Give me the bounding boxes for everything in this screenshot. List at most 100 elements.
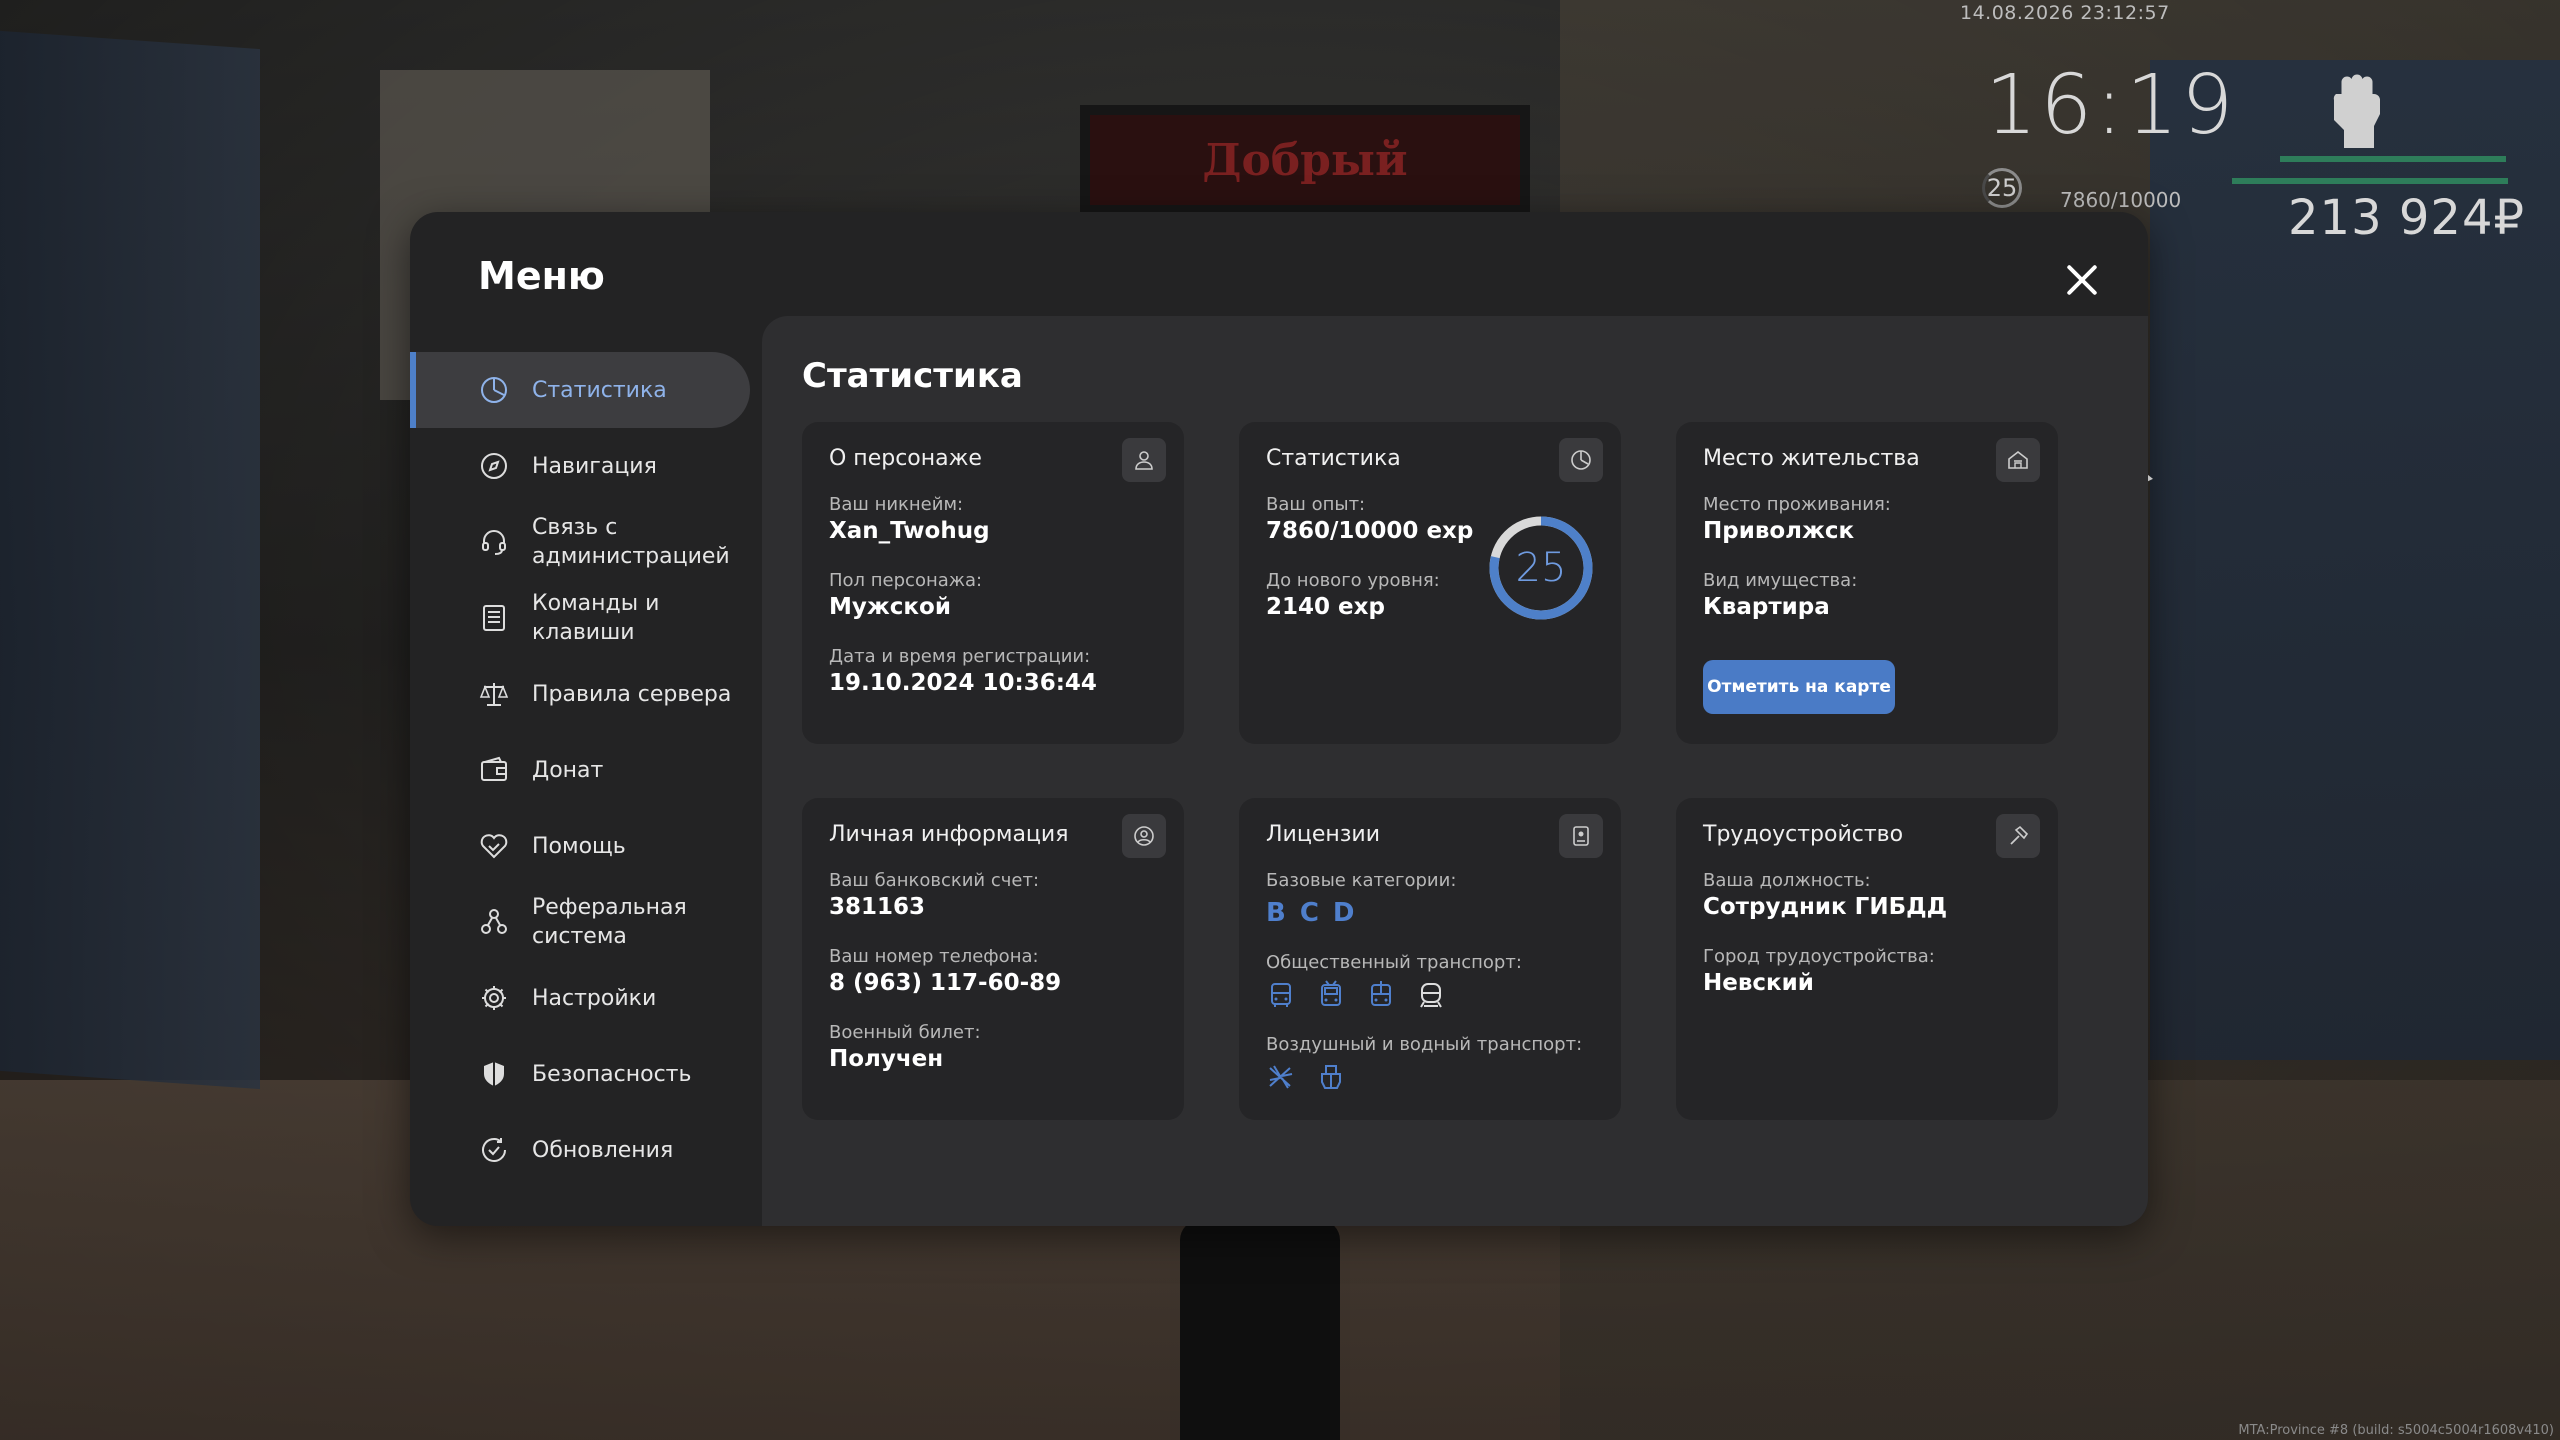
license-category-d: D [1332,898,1355,928]
air-water-transport-icons [1264,1060,1348,1094]
sidebar-item-referral[interactable]: Реферальная система [410,884,750,960]
job-position-value: Сотрудник ГИБДД [1703,894,1948,920]
public-transport-icons [1264,978,1448,1012]
base-categories-label: Базовые категории: [1266,870,1457,891]
card-licenses: Лицензии Базовые категории: B C D Общест… [1239,798,1621,1120]
wallet-icon [478,754,510,786]
user-circle-icon [1122,814,1166,858]
sidebar-item-commands[interactable]: Команды и клавиши [410,580,750,656]
sidebar-item-updates[interactable]: Обновления [410,1112,750,1188]
sidebar-item-rules[interactable]: Правила сервера [410,656,750,732]
sidebar: Статистика Навигация Связь с администрац… [410,352,750,1188]
card-title: О персонаже [829,446,982,471]
card-employment: Трудоустройство Ваша должность: Сотрудни… [1676,798,2058,1120]
sidebar-item-label: Статистика [532,377,667,403]
registration-value: 19.10.2024 10:36:44 [829,670,1097,696]
public-transport-label: Общественный транспорт: [1266,952,1522,973]
card-title: Трудоустройство [1703,822,1904,847]
scales-icon [478,678,510,710]
sidebar-item-security[interactable]: Безопасность [410,1036,750,1112]
gear-icon [478,982,510,1014]
gender-value: Мужской [829,594,951,620]
next-level-value: 2140 exp [1266,594,1385,620]
bus-icon [1264,978,1298,1012]
mark-on-map-button[interactable]: Отметить на карте [1703,660,1895,714]
airplane-icon [1264,1060,1298,1094]
bg-sign-text: Добрый [1202,135,1408,186]
sidebar-item-label: Безопасность [532,1061,692,1087]
sidebar-item-settings[interactable]: Настройки [410,960,750,1036]
bank-account-value: 381163 [829,894,926,920]
bg-door-left [0,30,260,1090]
close-icon[interactable] [2060,258,2104,302]
exp-value: 7860/10000 exp [1266,518,1474,544]
card-title: Статистика [1266,446,1401,471]
card-residence: Место жительства Место проживания: Приво… [1676,422,2058,744]
residence-place-value: Приволжск [1703,518,1855,544]
menu-window: Меню Статистика Навигация Связь с админи… [410,212,2148,1226]
trolleybus-icon [1314,978,1348,1012]
build-info: MTA:Province #8 (build: s5004c5004r1608v… [2238,1423,2554,1438]
sidebar-item-label: Связь с администрацией [532,515,730,569]
hammer-icon [1996,814,2040,858]
house-icon [1996,438,2040,482]
card-statistics: Статистика Ваш опыт: 7860/10000 exp До н… [1239,422,1621,744]
phone-label: Ваш номер телефона: [829,946,1039,967]
hud-level-badge: 25 [1982,168,2022,208]
hud-datetime: 14.08.2026 23:12:57 [1960,2,2170,24]
sidebar-item-donate[interactable]: Донат [410,732,750,808]
bg-shop-sign: Добрый [1080,105,1530,215]
sidebar-item-label: Настройки [532,985,657,1011]
hud-exp: 7860/10000 [2060,188,2182,212]
sidebar-item-label: Команды и клавиши [532,591,660,645]
gender-label: Пол персонажа: [829,570,983,591]
sidebar-item-label: Обновления [532,1137,674,1163]
clock-pie-icon [1559,438,1603,482]
card-personal-info: Личная информация Ваш банковский счет: 3… [802,798,1184,1120]
hud-health-bar [2280,156,2506,162]
bank-account-label: Ваш банковский счет: [829,870,1040,891]
handshake-heart-icon [478,830,510,862]
sidebar-item-navigation[interactable]: Навигация [410,428,750,504]
card-title: Лицензии [1266,822,1381,847]
shield-icon [478,1058,510,1090]
property-type-label: Вид имущества: [1703,570,1858,591]
hud-armor-bar [2232,178,2508,184]
bg-player-character [1180,1220,1340,1440]
phone-value: 8 (963) 117-60-89 [829,970,1062,996]
keyboard-list-icon [478,602,510,634]
next-level-label: До нового уровня: [1266,570,1440,591]
refresh-check-icon [478,1134,510,1166]
card-title: Место жительства [1703,446,1920,471]
tram-icon [1364,978,1398,1012]
sidebar-item-statistics[interactable]: Статистика [410,352,750,428]
job-city-value: Невский [1703,970,1814,996]
boat-icon [1314,1060,1348,1094]
user-icon [1122,438,1166,482]
license-card-icon [1559,814,1603,858]
residence-place-label: Место проживания: [1703,494,1891,515]
menu-title: Меню [478,254,605,298]
registration-label: Дата и время регистрации: [829,646,1091,667]
base-categories: B C D [1266,898,1355,928]
air-water-transport-label: Воздушный и водный транспорт: [1266,1034,1583,1055]
compass-icon [478,450,510,482]
sidebar-item-label: Навигация [532,453,657,479]
content-panel: Статистика О персонаже Ваш никнейм: Xan_… [762,316,2148,1226]
headset-icon [478,526,510,558]
sidebar-item-label: Помощь [532,833,626,859]
hud-money: 213 924₽ [2288,190,2526,246]
sidebar-item-admin-contact[interactable]: Связь с администрацией [410,504,750,580]
sidebar-item-help[interactable]: Помощь [410,808,750,884]
license-category-c: C [1299,898,1319,928]
sidebar-item-label: Правила сервера [532,681,732,707]
metro-icon [1414,978,1448,1012]
sidebar-item-label: Реферальная система [532,895,687,949]
fist-icon [2320,72,2390,152]
nickname-label: Ваш никнейм: [829,494,964,515]
nickname-value: Xan_Twohug [829,518,990,544]
sidebar-item-label: Донат [532,757,604,783]
exp-label: Ваш опыт: [1266,494,1366,515]
job-position-label: Ваша должность: [1703,870,1871,891]
referral-nodes-icon [478,906,510,938]
